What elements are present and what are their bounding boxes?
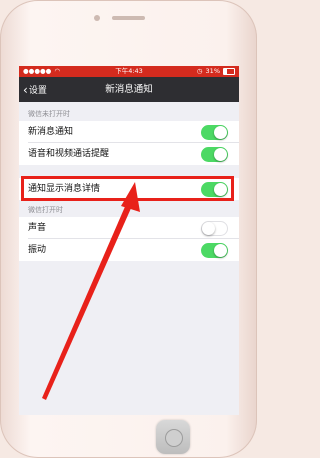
row-label: 声音 [28, 223, 47, 233]
battery-icon [223, 68, 235, 75]
row-call-reminder: 语音和视频通话提醒 [19, 143, 239, 165]
row-label: 语音和视频通话提醒 [28, 149, 110, 159]
chevron-left-icon: ‹ [23, 82, 28, 97]
row-vibrate: 振动 [19, 239, 239, 261]
battery-percent: 31% [205, 67, 220, 75]
highlight-box [21, 176, 234, 201]
row-label: 振动 [28, 245, 47, 255]
row-label: 新消息通知 [28, 127, 74, 137]
alarm-icon: ◷ [196, 67, 203, 75]
front-camera [94, 15, 100, 21]
phone-screen: ●●●●● ◠ 下午4:43 ◷ 31% 新消息通知 ‹ 设置 微信未打开时 新… [19, 66, 239, 415]
back-button[interactable]: ‹ 设置 [23, 77, 47, 102]
home-button[interactable] [156, 420, 190, 454]
section-header-closed: 微信未打开时 [28, 110, 70, 118]
sound-toggle[interactable] [201, 221, 228, 236]
toggle-knob [202, 222, 215, 235]
section-header-open: 微信打开时 [28, 206, 63, 214]
toggle-knob [214, 126, 227, 139]
home-button-ring [165, 429, 183, 447]
row-sound: 声音 [19, 217, 239, 239]
toggle-knob [214, 244, 227, 257]
status-bar: ●●●●● ◠ 下午4:43 ◷ 31% [19, 66, 239, 77]
page-title: 新消息通知 [105, 84, 153, 95]
vibrate-toggle[interactable] [201, 243, 228, 258]
row-new-message-notify: 新消息通知 [19, 121, 239, 143]
back-button-label: 设置 [28, 86, 47, 96]
earpiece-speaker [112, 16, 145, 20]
call-reminder-toggle[interactable] [201, 147, 228, 162]
navigation-bar: 新消息通知 ‹ 设置 [19, 77, 239, 102]
toggle-knob [214, 148, 227, 161]
new-message-notify-toggle[interactable] [201, 125, 228, 140]
